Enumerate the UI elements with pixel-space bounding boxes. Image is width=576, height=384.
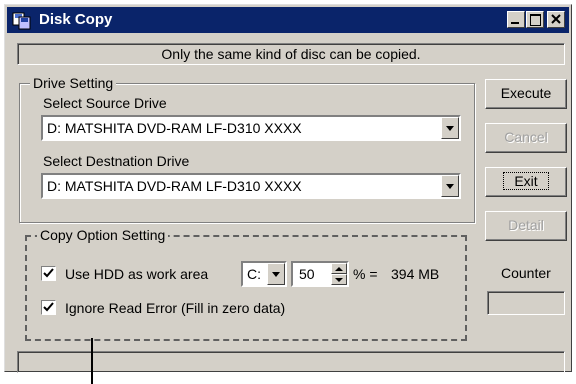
execute-button-label: Execute: [500, 85, 552, 101]
counter-label: Counter: [501, 265, 551, 281]
ignore-read-error-checkbox[interactable]: [41, 300, 56, 315]
hdd-drive-value: C:: [247, 266, 261, 282]
dropdown-arrow-icon[interactable]: [267, 263, 285, 285]
use-hdd-label: Use HDD as work area: [65, 266, 209, 282]
spin-down-icon[interactable]: [331, 274, 347, 285]
detail-button[interactable]: Detail: [485, 211, 567, 241]
drive-setting-label: Drive Setting: [30, 75, 117, 91]
copy-option-label: Copy Option Setting: [37, 227, 169, 243]
cancel-button-label: Cancel: [504, 129, 548, 145]
window-title: Disk Copy: [39, 11, 113, 28]
hdd-drive-select[interactable]: C:: [241, 261, 287, 287]
destination-drive-value: D: MATSHITA DVD-RAM LF-D310 XXXX: [47, 178, 302, 194]
percent-value: 50: [299, 266, 315, 282]
execute-button[interactable]: Execute: [485, 79, 567, 109]
source-drive-select[interactable]: D: MATSHITA DVD-RAM LF-D310 XXXX: [41, 115, 461, 141]
counter-field: [487, 291, 565, 315]
checkmark-icon: [43, 302, 54, 312]
detail-button-label: Detail: [508, 217, 544, 233]
percent-spinner[interactable]: 50: [291, 261, 349, 287]
minimize-icon[interactable]: [507, 11, 525, 28]
destination-drive-select[interactable]: D: MATSHITA DVD-RAM LF-D310 XXXX: [41, 173, 461, 199]
spin-up-icon[interactable]: [331, 263, 347, 274]
work-area-size: 394 MB: [391, 266, 440, 282]
message-bar: Only the same kind of disc can be copied…: [17, 43, 565, 65]
exit-button-label: Exit: [503, 172, 549, 190]
checkmark-icon: [43, 268, 54, 278]
use-hdd-checkbox[interactable]: [41, 266, 56, 281]
title-bar[interactable]: Disk Copy: [7, 7, 569, 33]
maximize-icon[interactable]: [526, 11, 544, 28]
callout-pointer-line: [91, 338, 93, 384]
dropdown-arrow-icon[interactable]: [441, 117, 459, 139]
source-drive-label: Select Source Drive: [43, 95, 167, 111]
exit-button[interactable]: Exit: [485, 167, 567, 197]
source-drive-value: D: MATSHITA DVD-RAM LF-D310 XXXX: [47, 120, 302, 136]
dropdown-arrow-icon[interactable]: [441, 175, 459, 197]
copy-option-group: Copy Option Setting: [25, 227, 467, 341]
disk-copy-window: Disk Copy Only the same kind of disc can…: [4, 4, 572, 373]
cancel-button[interactable]: Cancel: [485, 123, 567, 153]
status-bar: [17, 351, 565, 373]
ignore-read-error-label: Ignore Read Error (Fill in zero data): [65, 300, 286, 316]
destination-drive-label: Select Destnation Drive: [43, 153, 190, 169]
close-icon[interactable]: [547, 11, 565, 28]
percent-suffix: % =: [353, 266, 378, 282]
disk-copy-app-icon: [12, 12, 31, 30]
